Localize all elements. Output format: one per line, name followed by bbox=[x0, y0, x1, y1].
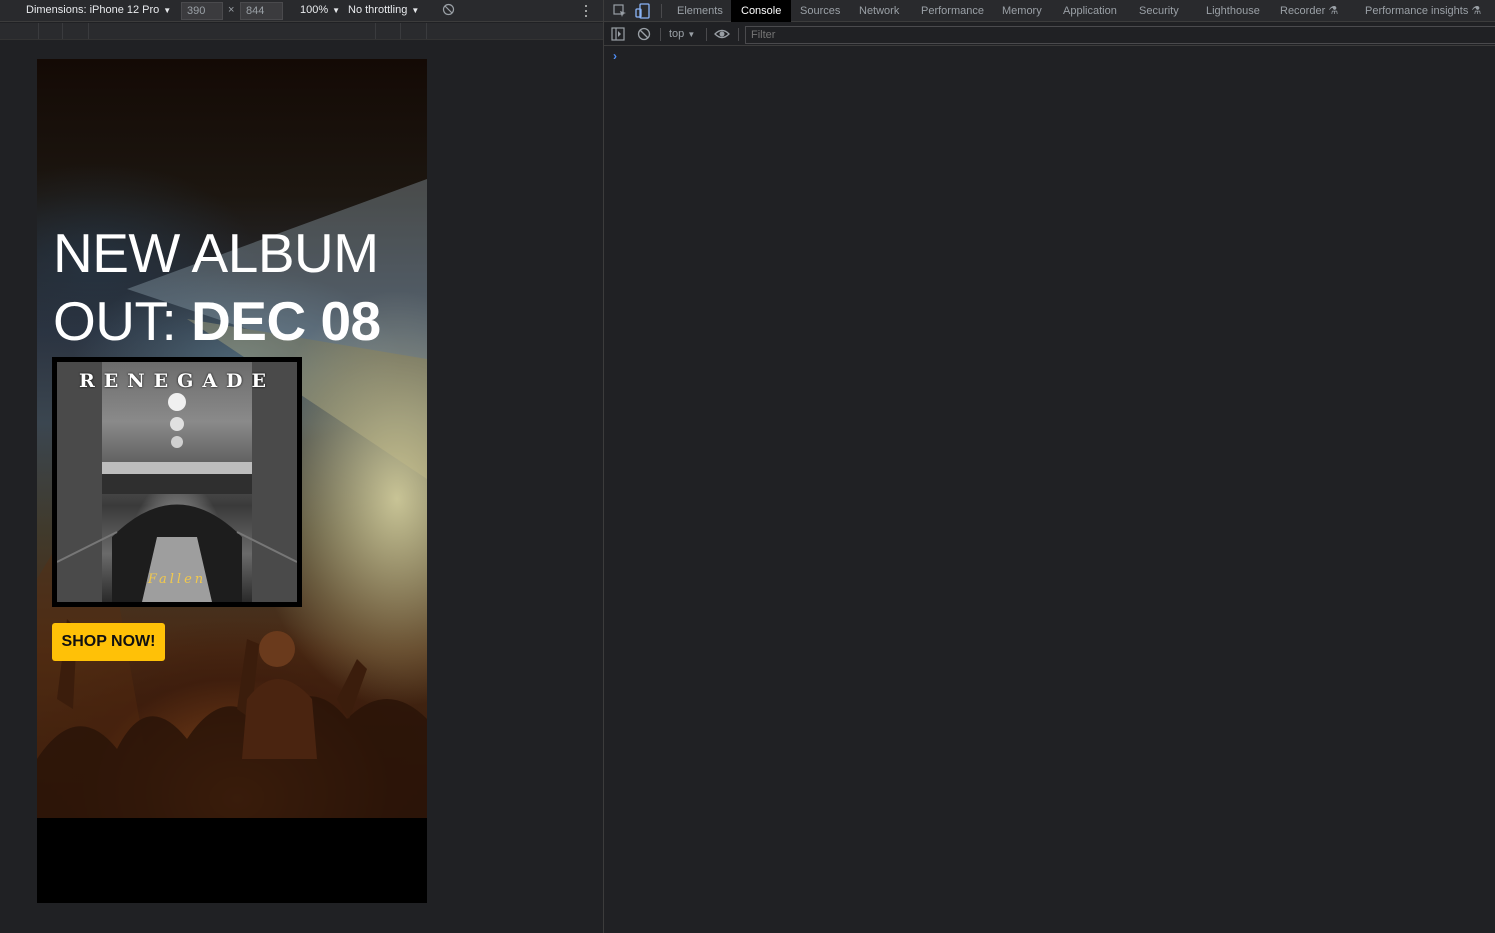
album-artwork: RENEGADE Fallen bbox=[57, 362, 297, 602]
console-toolbar: top ▼ bbox=[604, 23, 1495, 46]
hero-section: NEW ALBUM OUT: DEC 08 RENEGADE Fallen SH… bbox=[37, 59, 427, 818]
tab-recorder-label: Recorder bbox=[1280, 5, 1326, 17]
times-sign: × bbox=[228, 4, 235, 16]
sidebar-toggle-icon[interactable] bbox=[611, 27, 627, 43]
chevron-down-icon: ▼ bbox=[332, 6, 341, 15]
throttling-dropdown[interactable]: No throttling ▼ bbox=[348, 4, 419, 16]
page-footer-area bbox=[37, 818, 427, 903]
inspect-element-icon[interactable] bbox=[612, 3, 628, 19]
device-emulation-pane: Dimensions: iPhone 12 Pro▼ × 100%▼ No th… bbox=[0, 0, 603, 933]
media-query-ruler bbox=[0, 23, 603, 40]
station-hall-image bbox=[57, 362, 297, 602]
flask-icon: ⚗ bbox=[1328, 5, 1339, 17]
device-toggle-icon[interactable] bbox=[635, 3, 651, 19]
headline-prefix: OUT: bbox=[53, 290, 192, 352]
flask-icon: ⚗ bbox=[1471, 5, 1482, 17]
context-label: top bbox=[669, 28, 685, 40]
rotate-icon[interactable] bbox=[442, 3, 455, 19]
more-options-icon[interactable] bbox=[583, 3, 589, 19]
device-dimensions-dropdown[interactable]: Dimensions: iPhone 12 Pro ▼ bbox=[26, 4, 171, 16]
zoom-label: 100% bbox=[300, 4, 329, 16]
tab-sources[interactable]: Sources bbox=[800, 0, 840, 22]
context-selector[interactable]: top ▼ bbox=[669, 28, 695, 40]
release-date: DEC 08 bbox=[191, 290, 381, 352]
headline-line-1: NEW ALBUM bbox=[53, 222, 379, 284]
chevron-down-icon: ▼ bbox=[411, 6, 420, 15]
headline-line-2: OUT: DEC 08 bbox=[53, 287, 413, 355]
throttling-label: No throttling bbox=[348, 4, 408, 16]
clear-console-icon[interactable] bbox=[637, 27, 653, 43]
tab-elements[interactable]: Elements bbox=[677, 0, 723, 22]
tab-security[interactable]: Security bbox=[1139, 0, 1179, 22]
album-subtitle: Fallen bbox=[147, 572, 207, 587]
chevron-down-icon: ▼ bbox=[687, 30, 696, 39]
tab-console[interactable]: Console bbox=[731, 0, 792, 22]
console-filter-input[interactable] bbox=[745, 26, 1495, 44]
tab-recorder[interactable]: Recorder ⚗ bbox=[1280, 0, 1338, 22]
zoom-dropdown[interactable]: 100% ▼ bbox=[300, 4, 340, 16]
device-viewport: NEW ALBUM OUT: DEC 08 RENEGADE Fallen SH… bbox=[37, 59, 427, 903]
device-dimensions-label: Dimensions: iPhone 12 Pro bbox=[26, 4, 160, 16]
console-prompt[interactable]: › bbox=[613, 49, 617, 63]
tab-application[interactable]: Application bbox=[1063, 0, 1117, 22]
tab-network[interactable]: Network bbox=[859, 0, 899, 22]
album-title: RENEGADE bbox=[78, 370, 276, 392]
shop-now-button[interactable]: SHOP NOW! bbox=[52, 623, 165, 661]
live-expression-eye-icon[interactable] bbox=[714, 27, 730, 43]
tab-memory[interactable]: Memory bbox=[1002, 0, 1042, 22]
tab-performance-insights[interactable]: Performance insights ⚗ bbox=[1365, 0, 1481, 22]
tab-performance-insights-label: Performance insights bbox=[1365, 5, 1469, 17]
devtools-panel: Elements Console Sources Network Perform… bbox=[603, 0, 1495, 933]
album-cover: RENEGADE Fallen bbox=[52, 357, 302, 607]
width-input[interactable] bbox=[181, 2, 223, 20]
chevron-down-icon: ▼ bbox=[163, 6, 172, 15]
tab-lighthouse[interactable]: Lighthouse bbox=[1206, 0, 1260, 22]
height-input[interactable] bbox=[240, 2, 283, 20]
headline: NEW ALBUM OUT: DEC 08 bbox=[53, 219, 413, 355]
devtools-tab-bar: Elements Console Sources Network Perform… bbox=[604, 0, 1495, 22]
tab-performance[interactable]: Performance bbox=[921, 0, 984, 22]
device-toolbar: Dimensions: iPhone 12 Pro▼ × 100%▼ No th… bbox=[0, 0, 603, 22]
